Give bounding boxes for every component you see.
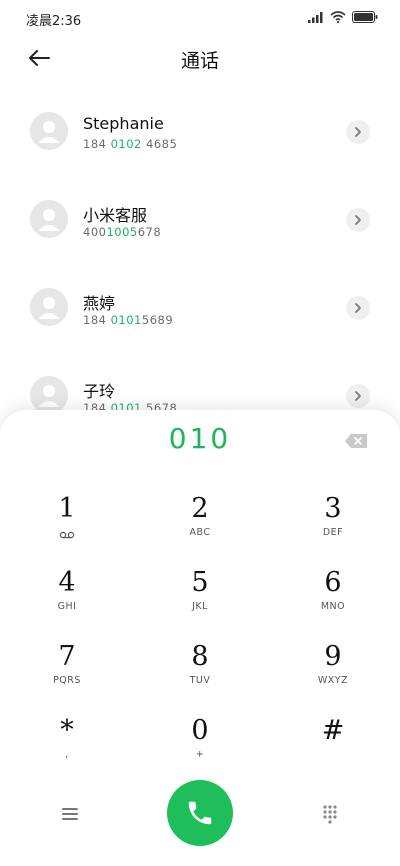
key-letters: PQRS bbox=[53, 675, 81, 686]
contact-number: 184 01015689 bbox=[83, 313, 174, 327]
key-digit: 9 bbox=[324, 641, 342, 672]
contact-number: 184 0102 4685 bbox=[83, 137, 178, 151]
key-digit: 4 bbox=[58, 567, 76, 598]
key-digit: 5 bbox=[191, 567, 209, 598]
call-button[interactable] bbox=[167, 780, 233, 846]
dialer-sheet: 010 1 2 ABC 3 DEF 4 GHI 5 JKL 6 MNO 7 PQ… bbox=[0, 410, 400, 866]
signal-icon bbox=[308, 12, 323, 23]
key-digit: 7 bbox=[58, 641, 76, 672]
chevron-right-icon bbox=[355, 391, 361, 401]
contact-details-button[interactable] bbox=[346, 120, 370, 144]
key-digit: 3 bbox=[324, 493, 342, 524]
key-digit: 0 bbox=[191, 715, 209, 746]
header: 通话 bbox=[0, 36, 400, 80]
key-star[interactable]: * , bbox=[17, 716, 117, 778]
avatar bbox=[30, 376, 68, 414]
key-digit: # bbox=[321, 715, 345, 746]
key-letters: DEF bbox=[322, 527, 344, 538]
key-letters: TUV bbox=[189, 675, 211, 686]
key-letters: + bbox=[195, 749, 205, 760]
dialpad-icon bbox=[323, 805, 337, 824]
status-icons bbox=[308, 11, 378, 23]
key-6[interactable]: 6 MNO bbox=[283, 568, 383, 630]
phone-icon bbox=[188, 801, 212, 825]
key-digit: 2 bbox=[191, 493, 209, 524]
contact-name: Stephanie bbox=[83, 114, 164, 133]
key-digit: 1 bbox=[58, 493, 76, 524]
page-title: 通话 bbox=[180, 50, 219, 72]
key-0[interactable]: 0 + bbox=[150, 716, 250, 778]
contact-list: Stephanie 184 0102 4685 小米客服 4001005678 bbox=[0, 88, 400, 440]
contact-details-button[interactable] bbox=[346, 384, 370, 408]
person-icon bbox=[38, 121, 60, 143]
key-letters: ABC bbox=[189, 527, 211, 538]
key-3[interactable]: 3 DEF bbox=[283, 494, 383, 556]
contact-name: 子玲 bbox=[83, 382, 116, 401]
person-icon bbox=[38, 297, 60, 319]
key-letters: JKL bbox=[192, 601, 208, 612]
person-icon bbox=[38, 385, 60, 407]
person-icon bbox=[38, 209, 60, 231]
key-5[interactable]: 5 JKL bbox=[150, 568, 250, 630]
backspace-icon bbox=[345, 434, 367, 448]
avatar bbox=[30, 288, 68, 326]
key-digit: 6 bbox=[324, 567, 342, 598]
contact-name: 小米客服 bbox=[83, 206, 148, 225]
key-hash[interactable]: # bbox=[283, 716, 383, 778]
key-4[interactable]: 4 GHI bbox=[17, 568, 117, 630]
key-1[interactable]: 1 bbox=[17, 494, 117, 556]
key-digit: 8 bbox=[191, 641, 209, 672]
status-time: 凌晨2:36 bbox=[26, 14, 82, 29]
status-bar: 凌晨2:36 bbox=[0, 0, 400, 36]
contact-details-button[interactable] bbox=[346, 296, 370, 320]
key-8[interactable]: 8 TUV bbox=[150, 642, 250, 704]
contact-name: 燕婷 bbox=[83, 294, 116, 313]
key-letters: WXYZ bbox=[317, 675, 349, 686]
key-2[interactable]: 2 ABC bbox=[150, 494, 250, 556]
contact-item[interactable]: 小米客服 4001005678 bbox=[0, 176, 400, 264]
contact-item[interactable]: 燕婷 184 01015689 bbox=[0, 264, 400, 352]
contact-details-button[interactable] bbox=[346, 208, 370, 232]
key-digit: * bbox=[60, 715, 74, 746]
chevron-right-icon bbox=[355, 127, 361, 137]
key-letters: MNO bbox=[320, 601, 346, 612]
backspace-button[interactable] bbox=[344, 432, 368, 450]
avatar bbox=[30, 200, 68, 238]
voicemail-icon bbox=[59, 531, 75, 539]
dialer-bottom-bar bbox=[0, 780, 400, 850]
chevron-right-icon bbox=[355, 215, 361, 225]
key-letters: , bbox=[65, 749, 69, 760]
key-letters: GHI bbox=[57, 601, 77, 612]
menu-icon bbox=[62, 808, 78, 820]
dialpad-toggle-button[interactable] bbox=[318, 802, 342, 826]
dial-input[interactable]: 010 bbox=[0, 422, 400, 455]
avatar bbox=[30, 112, 68, 150]
contact-item[interactable]: Stephanie 184 0102 4685 bbox=[0, 88, 400, 176]
chevron-right-icon bbox=[355, 303, 361, 313]
key-9[interactable]: 9 WXYZ bbox=[283, 642, 383, 704]
contact-number: 4001005678 bbox=[83, 225, 162, 239]
battery-icon bbox=[352, 11, 378, 23]
wifi-icon bbox=[330, 11, 346, 23]
menu-button[interactable] bbox=[58, 802, 82, 826]
key-7[interactable]: 7 PQRS bbox=[17, 642, 117, 704]
